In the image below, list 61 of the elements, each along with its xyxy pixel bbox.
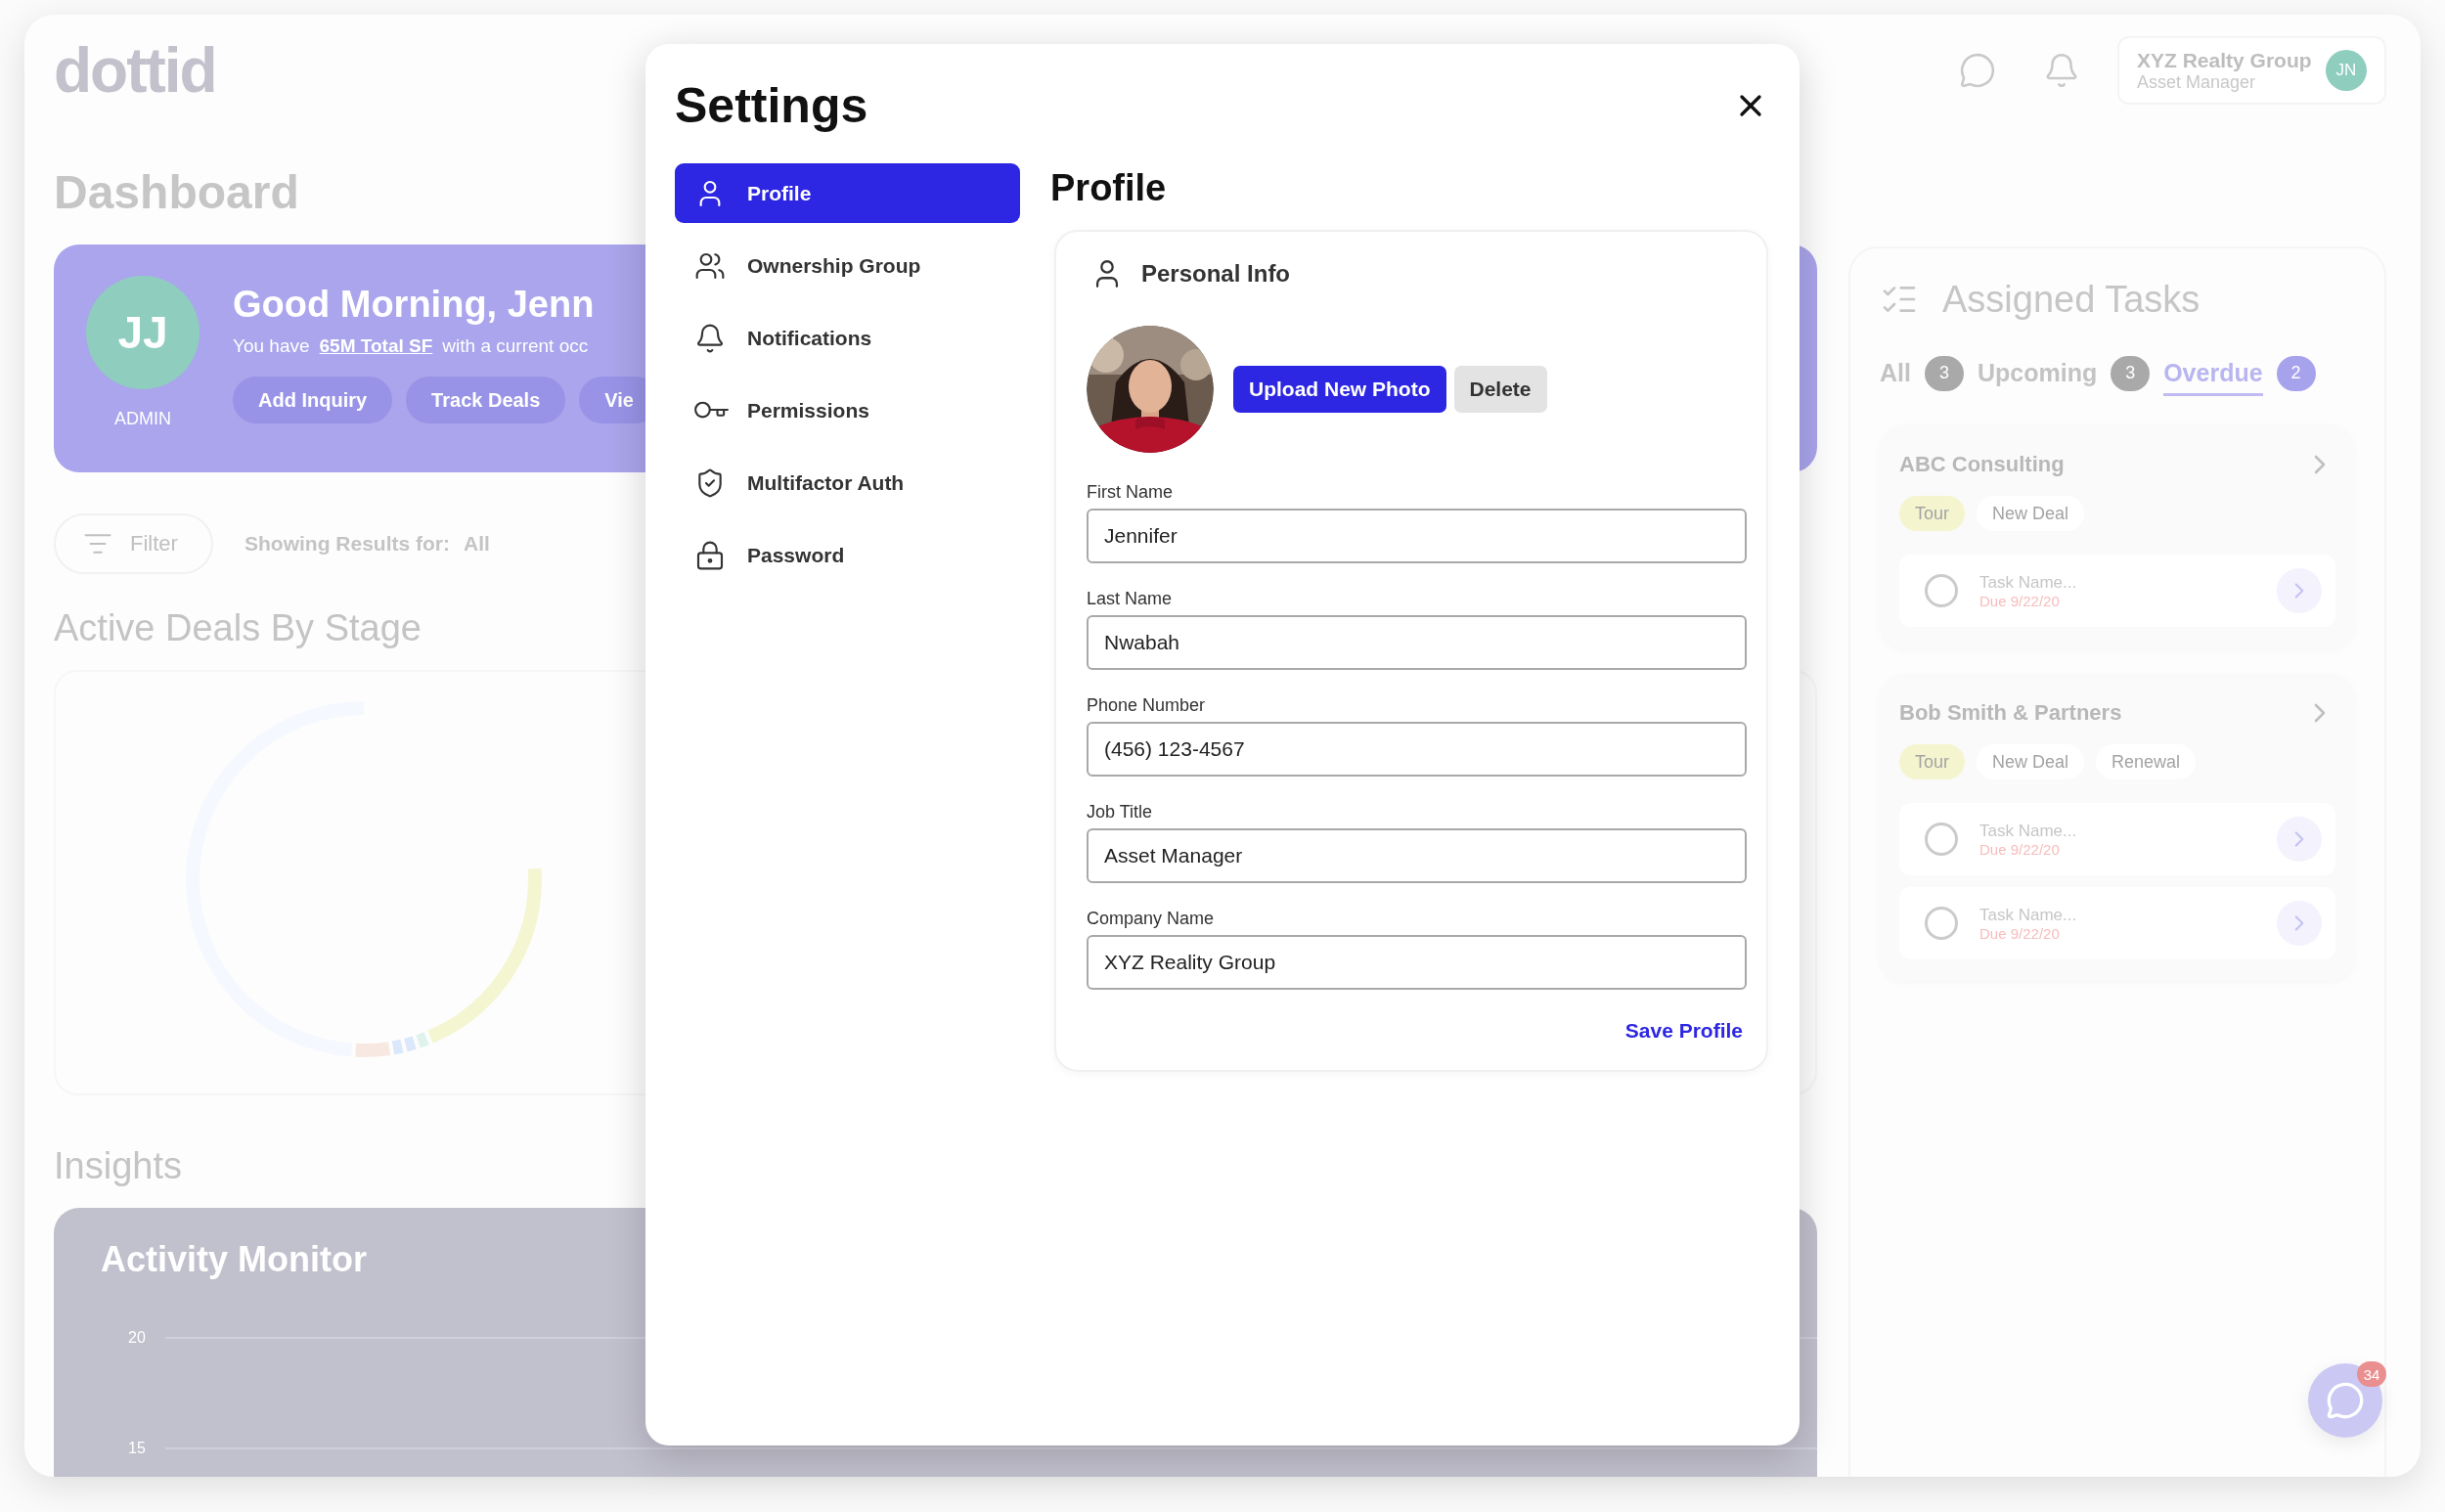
- dialog-title: Settings: [675, 77, 868, 134]
- task-name: Task Name...: [1979, 905, 2078, 925]
- count-badge: 3: [2111, 355, 2151, 391]
- card-title: Personal Info: [1141, 260, 1291, 288]
- due-date: Due 9/22/20: [1979, 924, 2061, 942]
- task-name: Task Name...: [1979, 821, 2078, 841]
- results-value: All: [464, 532, 490, 556]
- tag: Renewal: [2096, 744, 2197, 779]
- settings-nav-item[interactable]: Permissions: [675, 380, 1020, 440]
- tag: New Deal: [1977, 744, 2085, 779]
- lock-icon: [694, 539, 726, 571]
- section-title: Active Deals By Stage: [54, 606, 422, 650]
- upload-photo-button[interactable]: Upload New Photo: [1233, 366, 1446, 413]
- delete-photo-button[interactable]: Delete: [1453, 366, 1547, 413]
- text-field[interactable]: Asset Manager: [1087, 828, 1747, 883]
- settings-nav-item[interactable]: Profile: [675, 163, 1020, 223]
- role-label: ADMIN: [114, 409, 171, 429]
- chat-icon: [2326, 1381, 2365, 1420]
- company-name: XYZ Realty Group: [2137, 48, 2312, 72]
- task-name: Task Name...: [1979, 572, 2078, 593]
- count-badge: 2: [2276, 355, 2316, 391]
- settings-nav-item[interactable]: Ownership Group: [675, 236, 1020, 295]
- text-field[interactable]: Nwabah: [1087, 615, 1747, 670]
- bell-icon: [694, 322, 726, 354]
- section-heading: Profile: [1050, 166, 1168, 210]
- due-date: Due 9/22/20: [1979, 840, 2061, 858]
- task-checkbox[interactable]: [1925, 907, 1958, 940]
- field-label: Job Title: [1087, 802, 1154, 823]
- field-label: Phone Number: [1087, 695, 1207, 716]
- tag: Tour: [1899, 744, 1965, 779]
- text-field[interactable]: Jennifer: [1087, 509, 1747, 563]
- field-label: Company Name: [1087, 909, 1216, 929]
- settings-nav-item[interactable]: Notifications: [675, 308, 1020, 368]
- task-checkbox[interactable]: [1925, 823, 1958, 856]
- tag: Tour: [1899, 496, 1965, 531]
- greeting: Good Morning, Jenn: [233, 284, 596, 326]
- open-task-button[interactable]: [2277, 568, 2322, 613]
- settings-nav-item[interactable]: Multifactor Auth: [675, 453, 1020, 512]
- settings-nav-item[interactable]: Password: [675, 525, 1020, 585]
- open-task-button[interactable]: [2277, 817, 2322, 862]
- summary-text: You have 65M Total SF with a current occ: [233, 335, 590, 357]
- count-badge: 3: [1924, 355, 1964, 391]
- task-checkbox[interactable]: [1925, 574, 1958, 607]
- group-name: ABC Consulting: [1899, 452, 2065, 477]
- chat-icon[interactable]: [1959, 52, 1996, 89]
- text-field[interactable]: (456) 123-4567: [1087, 722, 1747, 777]
- field-label: First Name: [1087, 482, 1174, 503]
- due-date: Due 9/22/20: [1979, 592, 2061, 609]
- group-name: Bob Smith & Partners: [1899, 700, 2122, 726]
- tag: New Deal: [1977, 496, 2085, 531]
- field-label: Last Name: [1087, 589, 1174, 609]
- save-profile-link[interactable]: Save Profile: [1624, 1019, 1743, 1043]
- user-avatar: JJ: [86, 276, 200, 389]
- section-title: Insights: [54, 1144, 182, 1188]
- card-title: Activity Monitor: [101, 1239, 368, 1280]
- axis-tick: 20: [128, 1329, 147, 1347]
- text-field[interactable]: XYZ Reality Group: [1087, 935, 1747, 990]
- open-task-button[interactable]: [2277, 901, 2322, 946]
- user-avatar: JN: [2326, 50, 2367, 91]
- axis-tick: 15: [128, 1440, 147, 1457]
- results-label: Showing Results for:: [244, 532, 450, 556]
